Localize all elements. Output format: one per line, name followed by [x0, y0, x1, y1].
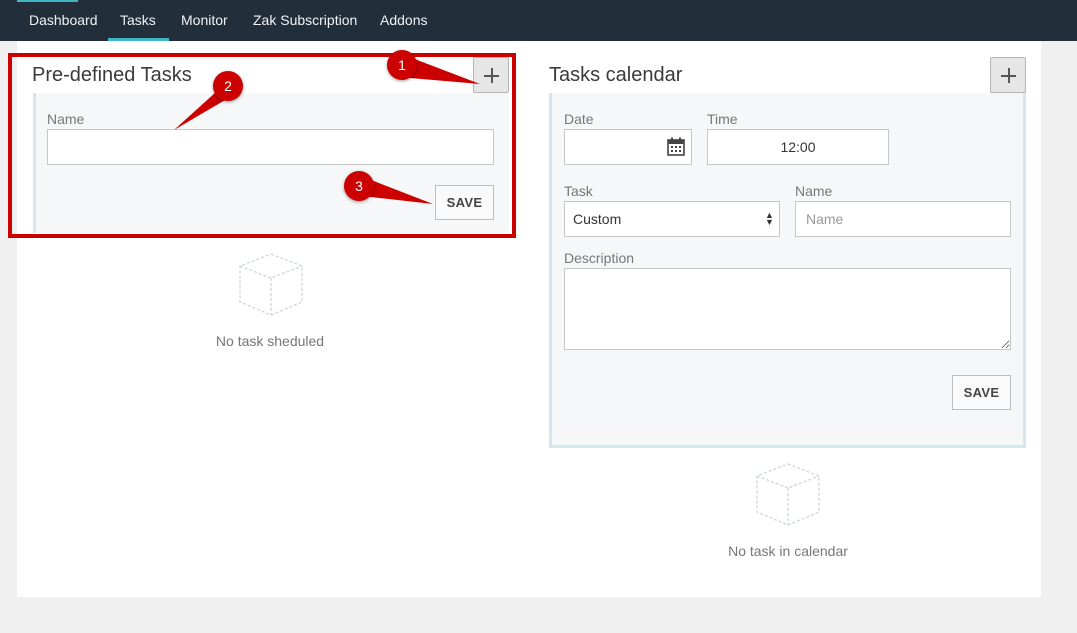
annotation-marker-1: 1: [387, 50, 417, 80]
annotation-arrows: [174, 58, 480, 204]
annotation-marker-2: 2: [213, 71, 243, 101]
arrow-1-icon: [410, 58, 480, 84]
annotation-marker-3: 3: [344, 171, 374, 201]
